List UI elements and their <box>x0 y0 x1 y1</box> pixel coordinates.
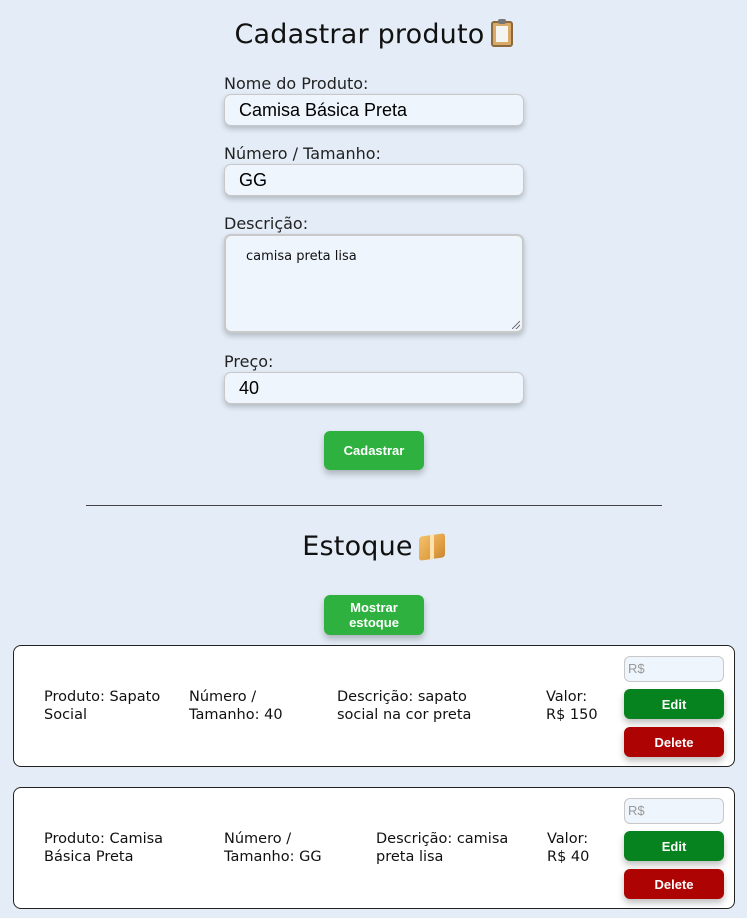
product-name: Produto: Camisa Básica Preta <box>44 831 164 865</box>
package-icon <box>418 533 445 561</box>
stock-item-card: Produto: Sapato Social Número / Tamanho:… <box>13 645 735 767</box>
stock-title: Estoque <box>0 531 747 562</box>
product-value: Valor: R$ 150 <box>546 689 598 723</box>
cadastrar-button[interactable]: Cadastrar <box>324 431 424 470</box>
form-title: Cadastrar produto <box>0 19 747 50</box>
clipboard-icon <box>490 19 513 47</box>
price-input[interactable]: 40 <box>224 372 524 404</box>
product-description: Descrição: sapato social na cor preta <box>337 689 472 723</box>
divider <box>86 505 662 506</box>
price-edit-input[interactable]: R$ <box>624 798 724 824</box>
stock-title-text: Estoque <box>302 531 413 562</box>
show-stock-label: Mostrar estoque <box>349 600 399 630</box>
size-label: Número / Tamanho: <box>224 144 381 163</box>
edit-button[interactable]: Edit <box>624 689 724 719</box>
product-value: Valor: R$ 40 <box>547 831 590 865</box>
description-textarea[interactable]: camisa preta lisa <box>224 234 524 333</box>
product-description: Descrição: camisa preta lisa <box>376 831 509 865</box>
size-input[interactable]: GG <box>224 164 524 196</box>
name-label: Nome do Produto: <box>224 74 369 93</box>
product-size: Número / Tamanho: 40 <box>189 689 283 723</box>
delete-button[interactable]: Delete <box>624 869 724 899</box>
edit-button[interactable]: Edit <box>624 831 724 861</box>
product-name: Produto: Sapato Social <box>44 689 161 723</box>
resize-grip-icon[interactable] <box>512 321 520 329</box>
price-edit-input[interactable]: R$ <box>624 656 724 682</box>
page: Cadastrar produto Nome do Produto: Camis… <box>0 0 747 918</box>
price-label: Preço: <box>224 352 274 371</box>
description-label: Descrição: <box>224 214 309 233</box>
show-stock-button[interactable]: Mostrar estoque <box>324 595 424 635</box>
delete-button[interactable]: Delete <box>624 727 724 757</box>
name-input[interactable]: Camisa Básica Preta <box>224 94 524 126</box>
stock-item-card: Produto: Camisa Básica Preta Número / Ta… <box>13 787 735 909</box>
description-text: camisa preta lisa <box>246 249 357 264</box>
product-size: Número / Tamanho: GG <box>224 831 322 865</box>
form-title-text: Cadastrar produto <box>234 19 485 50</box>
